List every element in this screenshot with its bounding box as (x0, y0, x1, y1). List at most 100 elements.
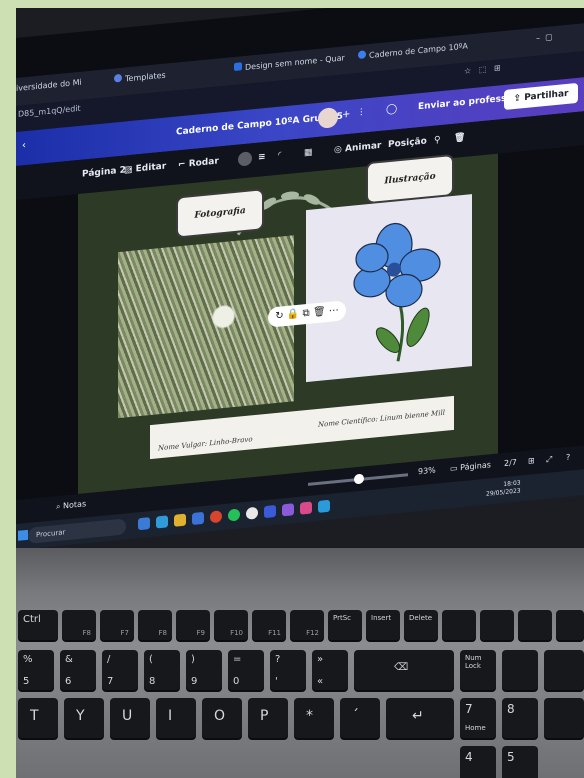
key[interactable]: F9 (176, 610, 210, 640)
file-explorer-icon[interactable] (138, 517, 150, 531)
app-icon[interactable] (318, 499, 330, 513)
key[interactable]: Delete (404, 610, 438, 640)
key[interactable] (544, 698, 584, 738)
key[interactable] (518, 610, 552, 640)
key[interactable]: T (18, 698, 58, 738)
duplicate-icon[interactable]: ⧉ (303, 308, 310, 320)
key-label: 0 (233, 676, 240, 687)
back-icon[interactable]: ‹ (22, 140, 26, 151)
key-label: Num Lock (465, 654, 482, 670)
folder-icon[interactable] (174, 513, 186, 527)
app-icon[interactable] (264, 504, 276, 519)
add-user-icon[interactable]: + (342, 109, 350, 121)
rotate-icon[interactable]: ↻ (275, 310, 283, 322)
key[interactable] (556, 610, 584, 640)
share-button[interactable]: ⇪ Partilhar (504, 82, 578, 111)
key[interactable]: (8 (144, 650, 180, 690)
browser-tab[interactable]: iversidade do Mi (16, 78, 82, 102)
pages-button[interactable]: ▭ Páginas (450, 460, 491, 473)
key[interactable]: = 0 (228, 650, 264, 690)
fullscreen-icon[interactable]: ⤢ (546, 454, 552, 465)
key-label: 8 (149, 676, 156, 687)
start-icon[interactable] (18, 529, 28, 541)
position-button[interactable]: Posição (388, 136, 427, 150)
key[interactable] (544, 650, 584, 690)
rotate-button[interactable]: ⌐ Rodar (178, 156, 219, 170)
delete-icon[interactable]: 🗑 (454, 133, 465, 144)
key[interactable]: * (294, 698, 334, 738)
key[interactable]: F8 (138, 610, 172, 640)
transparency-icon[interactable]: ▦ (304, 147, 313, 158)
app-icon[interactable] (300, 501, 312, 515)
scientific-name: Nome Científico: Linum bienne Mill (318, 408, 445, 429)
flower-photograph[interactable] (118, 235, 294, 419)
help-icon[interactable]: ? (566, 453, 570, 462)
key[interactable]: & 6 (60, 650, 96, 690)
key[interactable]: F8 (62, 610, 96, 640)
send-to-teacher-button[interactable]: Enviar ao professor (418, 93, 517, 113)
laptop-keyboard-deck: Ctrl F8 F7 F8 F9 F10 F11 F12 PrtSc Inser… (16, 548, 584, 778)
edit-button[interactable]: ▨ Editar (124, 162, 166, 176)
zoom-value[interactable]: 93% (418, 466, 436, 477)
edge-icon[interactable] (156, 515, 168, 529)
backspace-key[interactable]: ⌫ (354, 650, 454, 690)
key[interactable]: /7 (102, 650, 138, 690)
key[interactable]: Num Lock (460, 650, 496, 690)
key[interactable] (480, 610, 514, 640)
key[interactable]: ) 9 (186, 650, 222, 690)
notes-label: Notas (63, 499, 87, 511)
key-label: 7 (465, 702, 473, 716)
key[interactable]: O (202, 698, 242, 738)
trash-icon[interactable]: 🗑 (313, 306, 326, 318)
key[interactable]: I (156, 698, 196, 738)
key[interactable] (502, 650, 538, 690)
flower-illustration[interactable] (306, 194, 472, 383)
key[interactable]: % 5 (18, 650, 54, 690)
window-controls[interactable]: – ▢ (536, 32, 553, 52)
key[interactable]: F7 (100, 610, 134, 640)
zoom-slider-handle[interactable] (354, 473, 364, 485)
key[interactable]: F11 (252, 610, 286, 640)
browser-action-icons[interactable]: ☆ ⬚ ⊞ (464, 63, 501, 76)
photo-label-box[interactable]: Fotografia (176, 188, 264, 239)
lock-icon[interactable]: 🔒 (287, 309, 299, 321)
key[interactable] (442, 610, 476, 640)
grid-view-icon[interactable]: ⊞ (528, 456, 535, 466)
key[interactable]: Home 7 (460, 698, 496, 738)
taskbar-search[interactable]: Procurar (28, 518, 126, 544)
comment-icon[interactable]: ◯ (386, 103, 397, 115)
color-swatch[interactable] (238, 151, 252, 167)
paint-format-icon[interactable]: ⚲ (434, 135, 441, 146)
key[interactable]: F12 (290, 610, 324, 640)
key[interactable]: Insert (366, 610, 400, 640)
border-style-icon[interactable]: ≡ (258, 152, 266, 163)
chrome-icon[interactable] (210, 510, 222, 524)
avatar[interactable] (318, 106, 338, 129)
key[interactable]: ? ' (270, 650, 306, 690)
key[interactable]: » « (312, 650, 348, 690)
app-icon[interactable] (282, 503, 294, 517)
whatsapp-icon[interactable] (228, 508, 240, 522)
key[interactable]: P (248, 698, 288, 738)
browser-tab[interactable]: Templates (114, 70, 166, 93)
key[interactable]: Y (64, 698, 104, 738)
notes-button[interactable]: ⌕ Notas (56, 499, 86, 512)
enter-key[interactable]: ↵ (386, 698, 454, 738)
more-icon[interactable]: ⋯ (329, 305, 339, 317)
animate-button[interactable]: ◎ Animar (334, 141, 381, 156)
key[interactable]: 4 (460, 746, 496, 778)
system-clock[interactable]: 18:03 29/05/2023 (486, 479, 521, 498)
edit-label: Editar (135, 161, 167, 175)
key[interactable]: F10 (214, 610, 248, 640)
key[interactable]: PrtSc (328, 610, 362, 640)
corner-rounding-icon[interactable]: ◜ (278, 150, 282, 160)
key[interactable]: 5 (502, 746, 538, 778)
design-canvas[interactable]: Fotografia Ilustração ↻ 🔒 ⧉ 🗑 ⋯ Nome Vul… (78, 153, 498, 495)
app-icon[interactable] (246, 506, 258, 520)
key[interactable]: ´ (340, 698, 380, 738)
key[interactable]: Ctrl (18, 610, 58, 640)
key[interactable]: U (110, 698, 150, 738)
key[interactable]: 8 (502, 698, 538, 738)
store-icon[interactable] (192, 511, 204, 526)
analytics-icon[interactable]: ⫶ (360, 108, 363, 119)
